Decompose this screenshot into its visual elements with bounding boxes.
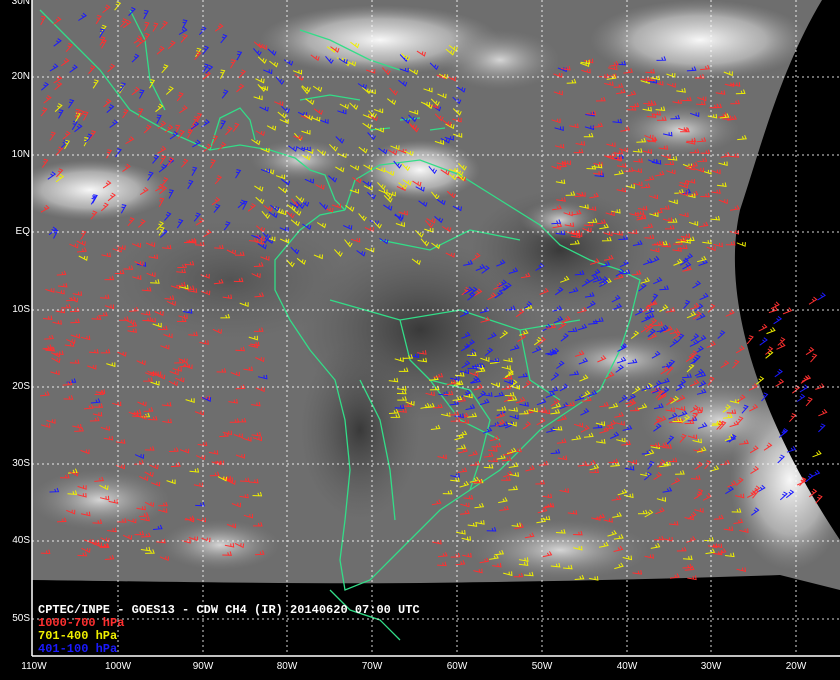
lon-label-80w: 80W (276, 661, 298, 672)
lat-label-30s: 30S (12, 458, 30, 469)
lon-label-100w: 100W (104, 661, 132, 672)
lat-label-10s: 10S (12, 304, 30, 315)
wind-barb (786, 446, 797, 453)
lat-label-40s: 40S (12, 535, 30, 546)
wind-barb (776, 342, 786, 350)
wind-barb (775, 378, 785, 387)
lon-label-30w: 30W (700, 661, 722, 672)
lon-label-20w: 20W (785, 661, 807, 672)
lon-label-50w: 50W (531, 661, 553, 672)
wind-barb (770, 301, 780, 310)
wind-barb (774, 368, 783, 378)
wind-barb (736, 242, 746, 247)
wind-barb (817, 292, 826, 301)
wind-barb (759, 337, 768, 346)
lon-label-60w: 60W (446, 661, 468, 672)
lon-label-40w: 40W (616, 661, 638, 672)
wind-barb (746, 335, 754, 345)
wind-barb (766, 327, 776, 335)
legend-high-level: 401-100 hPa (38, 642, 118, 656)
wind-barb (815, 494, 823, 504)
lat-label-10n: 10N (11, 149, 30, 160)
wind-barb (800, 375, 810, 384)
wind-barb (758, 323, 768, 332)
lat-label-20n: 20N (11, 71, 30, 82)
lon-label-110w: 110W (21, 661, 47, 672)
wind-barb (810, 353, 818, 363)
wind-barb (773, 316, 783, 325)
wind-barb (812, 450, 822, 458)
wind-barb (818, 423, 826, 433)
lat-label-50s: 50S (12, 613, 30, 624)
map-canvas (31, 0, 840, 657)
map-caption: CPTEC/INPE - GOES13 - CDW CH4 (IR) 20140… (38, 604, 420, 656)
wind-barb (818, 408, 828, 417)
satellite-image (32, 0, 840, 590)
wind-barb (805, 397, 813, 407)
wind-barb (815, 383, 825, 390)
lat-label-30n: 30N (11, 0, 30, 7)
wind-barb (796, 393, 806, 402)
lon-label-90w: 90W (192, 661, 214, 672)
lat-label-20s: 20S (12, 381, 30, 392)
wind-barb (808, 296, 818, 305)
wind-barb (805, 473, 814, 483)
wind-barb (782, 307, 793, 315)
wind-barb (799, 384, 809, 393)
satellite-map: 30N 20N 10N EQ 10S 20S 30S 40S 50S 110W … (0, 0, 840, 680)
wind-barb (789, 413, 797, 423)
wind-barb (805, 346, 815, 356)
lat-label-eq: EQ (15, 226, 30, 237)
lon-label-70w: 70W (361, 661, 383, 672)
